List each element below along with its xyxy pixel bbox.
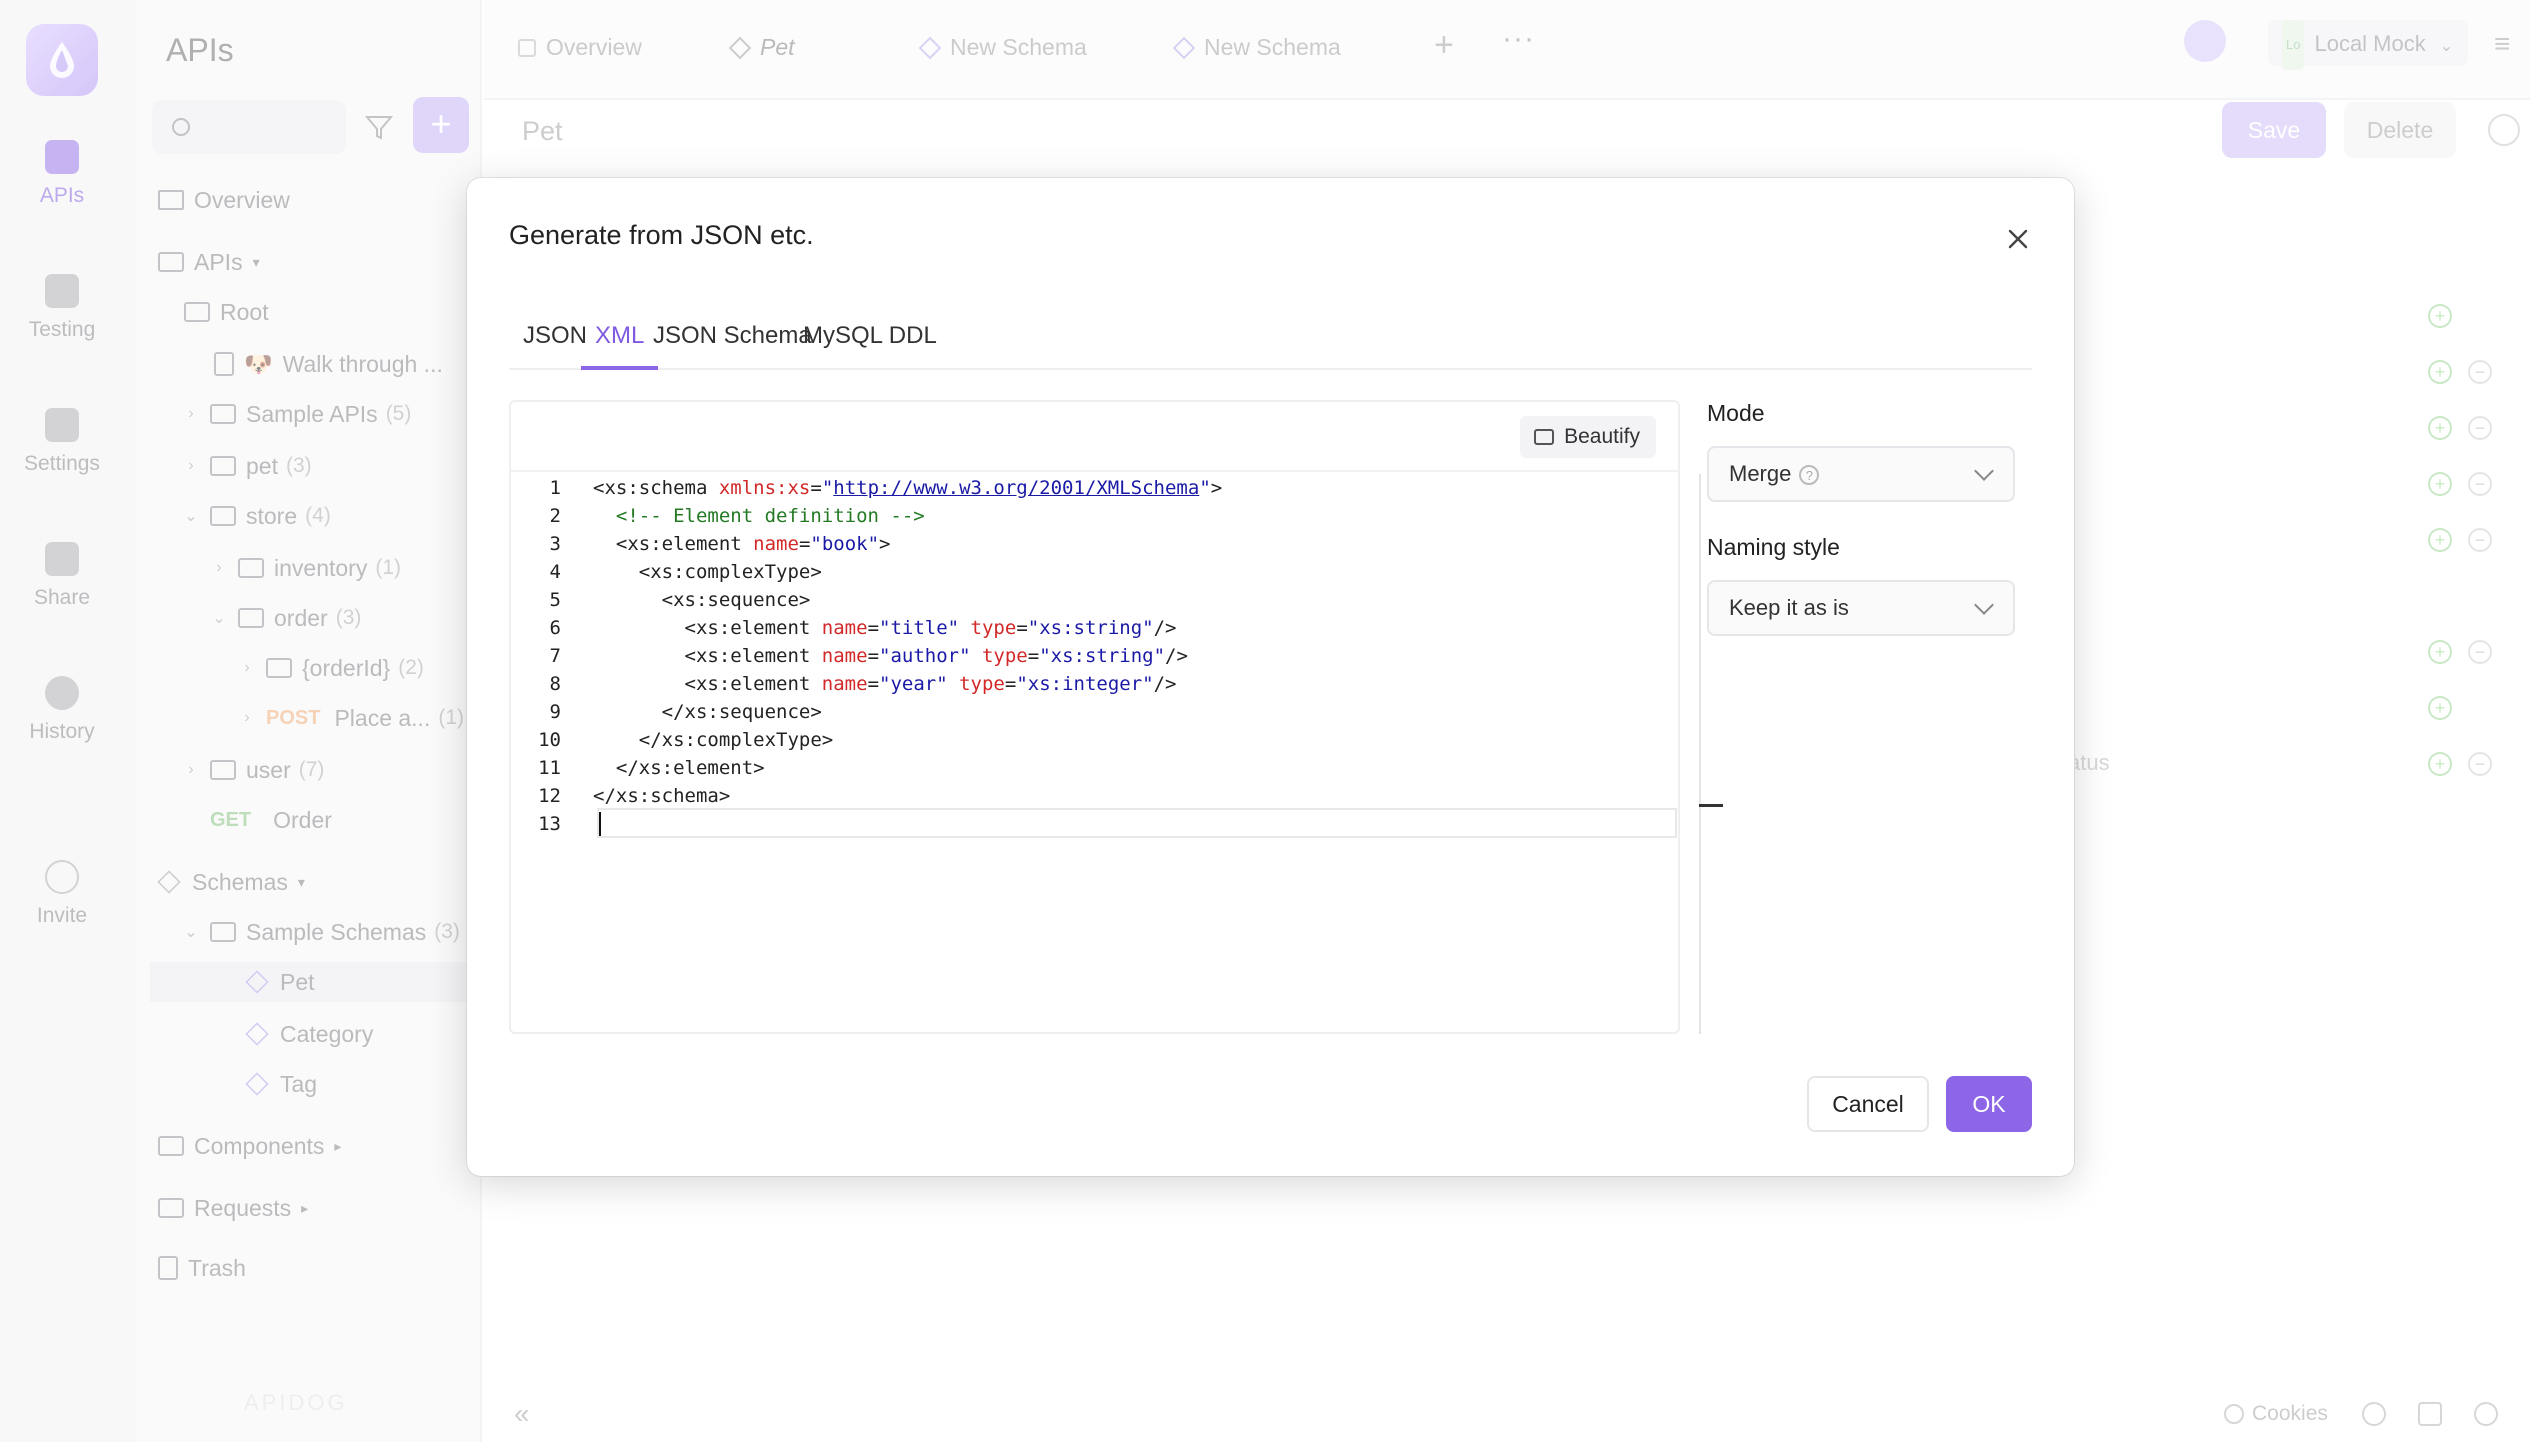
format-tabs: JSON XML JSON Schema MySQL DDL	[509, 314, 2032, 370]
close-icon[interactable]	[2003, 224, 2033, 254]
code-line: 9 </xs:sequence>	[549, 701, 822, 723]
beautify-button[interactable]: Beautify	[1520, 416, 1656, 458]
beautify-icon	[1534, 429, 1555, 445]
chevron-down-icon	[1974, 461, 1994, 481]
ok-button[interactable]: OK	[1946, 1076, 2032, 1132]
code-line: 2 <!-- Element definition -->	[549, 505, 925, 527]
code-line: 7 <xs:element name="author" type="xs:str…	[549, 645, 1188, 667]
editor-toolbar: Beautify	[511, 402, 1678, 472]
code-line: 10 </xs:complexType>	[538, 729, 834, 751]
code-line: 3 <xs:element name="book">	[549, 533, 891, 555]
code-area[interactable]: 1 <xs:schema xmlns:xs="http://www.w3.org/…	[511, 474, 1678, 1034]
mode-label: Mode	[1707, 400, 1765, 426]
current-line-highlight	[597, 808, 1677, 838]
generate-dialog: Generate from JSON etc. JSON XML JSON Sc…	[467, 178, 2074, 1176]
code-line: 5 <xs:sequence>	[549, 589, 811, 611]
code-line: 4 <xs:complexType>	[549, 561, 822, 583]
scrollbar-cursor-marker	[1699, 804, 1723, 807]
code-line: 8 <xs:element name="year" type="xs:integ…	[549, 673, 1177, 695]
code-line: 6 <xs:element name="title" type="xs:stri…	[549, 617, 1177, 639]
cancel-button[interactable]: Cancel	[1807, 1076, 1929, 1132]
text-caret	[599, 812, 601, 836]
chevron-down-icon	[1974, 595, 1994, 615]
help-icon[interactable]: ?	[1799, 465, 1820, 486]
naming-style-select[interactable]: Keep it as is	[1707, 580, 2015, 636]
editor-scrollbar[interactable]	[1699, 474, 1701, 1034]
code-line: 1 <xs:schema xmlns:xs="http://www.w3.org/…	[549, 477, 1223, 499]
tab-mysql-ddl[interactable]: MySQL DDL	[789, 314, 951, 370]
code-line: 12 </xs:schema>	[538, 785, 731, 807]
code-editor[interactable]: Beautify 1 <xs:schema xmlns:xs="http://ww…	[509, 400, 1723, 1034]
dialog-title: Generate from JSON etc.	[509, 220, 814, 250]
mode-select[interactable]: Merge?	[1707, 446, 2015, 502]
code-line: 11 </xs:element>	[538, 757, 765, 779]
naming-style-label: Naming style	[1707, 534, 1840, 560]
